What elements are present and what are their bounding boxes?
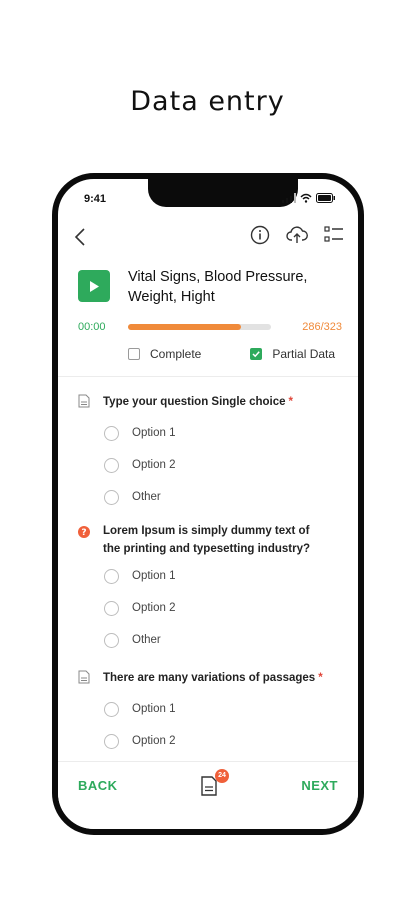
info-icon[interactable] bbox=[250, 225, 270, 245]
partial-data-label: Partial Data bbox=[272, 347, 336, 361]
radio-circle bbox=[104, 425, 119, 441]
pages-count-badge: 24 bbox=[215, 769, 229, 783]
signal-icon bbox=[282, 193, 296, 203]
play-button[interactable] bbox=[78, 270, 110, 302]
help-icon: ? bbox=[78, 526, 90, 538]
question-1: Type your question Single choice * Option… bbox=[78, 393, 344, 513]
partial-data-checkbox[interactable]: Partial Data bbox=[250, 347, 335, 361]
progress-fill bbox=[128, 324, 241, 330]
question-header: Type your question Single choice * bbox=[78, 393, 344, 411]
radio-circle bbox=[104, 457, 119, 473]
form-header: Vital Signs, Blood Pressure, Weight, Hig… bbox=[78, 267, 342, 307]
back-arrow-icon[interactable] bbox=[74, 227, 86, 247]
option-label: Other bbox=[132, 491, 161, 503]
progress-row: 00:00 286/323 bbox=[78, 320, 342, 334]
page-headline: Data entry bbox=[130, 86, 285, 117]
radio-circle bbox=[104, 733, 119, 749]
question-text: Type your question Single choice * bbox=[103, 396, 294, 408]
battery-icon bbox=[316, 193, 335, 203]
radio-option[interactable]: Option 2 bbox=[104, 725, 344, 757]
radio-circle bbox=[104, 701, 119, 717]
required-marker: * bbox=[288, 396, 294, 408]
next-button[interactable]: NEXT bbox=[301, 778, 338, 793]
question-text: There are many variations of passages * bbox=[103, 672, 323, 684]
svg-text:?: ? bbox=[81, 528, 86, 538]
radio-option[interactable]: Option 1 bbox=[104, 693, 344, 725]
option-label: Option 2 bbox=[132, 735, 176, 747]
phone-notch bbox=[148, 179, 298, 207]
status-time: 9:41 bbox=[84, 193, 107, 205]
back-button[interactable]: BACK bbox=[78, 778, 118, 793]
elapsed-time: 00:00 bbox=[78, 321, 106, 333]
option-label: Option 1 bbox=[132, 427, 176, 439]
check-icon bbox=[252, 351, 261, 358]
document-icon bbox=[78, 394, 90, 408]
form-title-line1: Vital Signs, Blood Pressure, bbox=[128, 269, 308, 285]
radio-circle bbox=[104, 632, 119, 648]
progress-bar bbox=[128, 324, 271, 330]
radio-circle bbox=[104, 600, 119, 616]
form-title: Vital Signs, Blood Pressure, Weight, Hig… bbox=[128, 267, 307, 307]
progress-counter: 286/323 bbox=[302, 321, 342, 333]
phone-frame: 9:41 Vital Signs, Blood Pressure, Weight… bbox=[52, 173, 364, 835]
radio-circle bbox=[104, 489, 119, 505]
option-label: Option 2 bbox=[132, 459, 176, 471]
radio-option[interactable]: Option 2 bbox=[104, 449, 344, 481]
checkbox-box-checked bbox=[250, 348, 263, 360]
radio-option[interactable]: Other bbox=[104, 624, 344, 656]
question-text: Lorem Ipsum is simply dummy text of the … bbox=[103, 525, 310, 555]
checklist-icon[interactable] bbox=[324, 225, 344, 245]
option-label: Option 2 bbox=[132, 602, 176, 614]
top-toolbar bbox=[58, 221, 358, 255]
cloud-upload-icon[interactable] bbox=[286, 225, 308, 245]
radio-option[interactable]: Option 2 bbox=[104, 592, 344, 624]
complete-label: Complete bbox=[150, 347, 202, 361]
radio-circle bbox=[104, 568, 119, 584]
radio-option[interactable]: Other bbox=[104, 481, 344, 513]
wifi-icon bbox=[300, 193, 312, 203]
checkbox-box bbox=[128, 348, 140, 360]
pages-button[interactable]: 24 bbox=[200, 769, 229, 798]
question-3: There are many variations of passages * O… bbox=[78, 669, 344, 757]
form-title-line2: Weight, Hight bbox=[128, 289, 215, 305]
divider bbox=[58, 376, 358, 377]
status-icons bbox=[282, 193, 336, 203]
play-icon bbox=[89, 280, 99, 292]
question-2: ? Lorem Ipsum is simply dummy text of th… bbox=[78, 522, 344, 656]
option-label: Option 1 bbox=[132, 570, 176, 582]
option-label: Option 1 bbox=[132, 703, 176, 715]
bottom-nav: BACK 24 NEXT bbox=[58, 761, 358, 829]
radio-option[interactable]: Option 1 bbox=[104, 417, 344, 449]
option-label: Other bbox=[132, 634, 161, 646]
document-icon bbox=[78, 670, 90, 684]
radio-option[interactable]: Option 1 bbox=[104, 560, 344, 592]
question-header: ? Lorem Ipsum is simply dummy text of th… bbox=[78, 522, 344, 558]
status-checkboxes: Complete Partial Data bbox=[128, 347, 342, 361]
complete-checkbox[interactable]: Complete bbox=[128, 347, 201, 361]
question-header: There are many variations of passages * bbox=[78, 669, 344, 687]
required-marker: * bbox=[318, 672, 323, 684]
